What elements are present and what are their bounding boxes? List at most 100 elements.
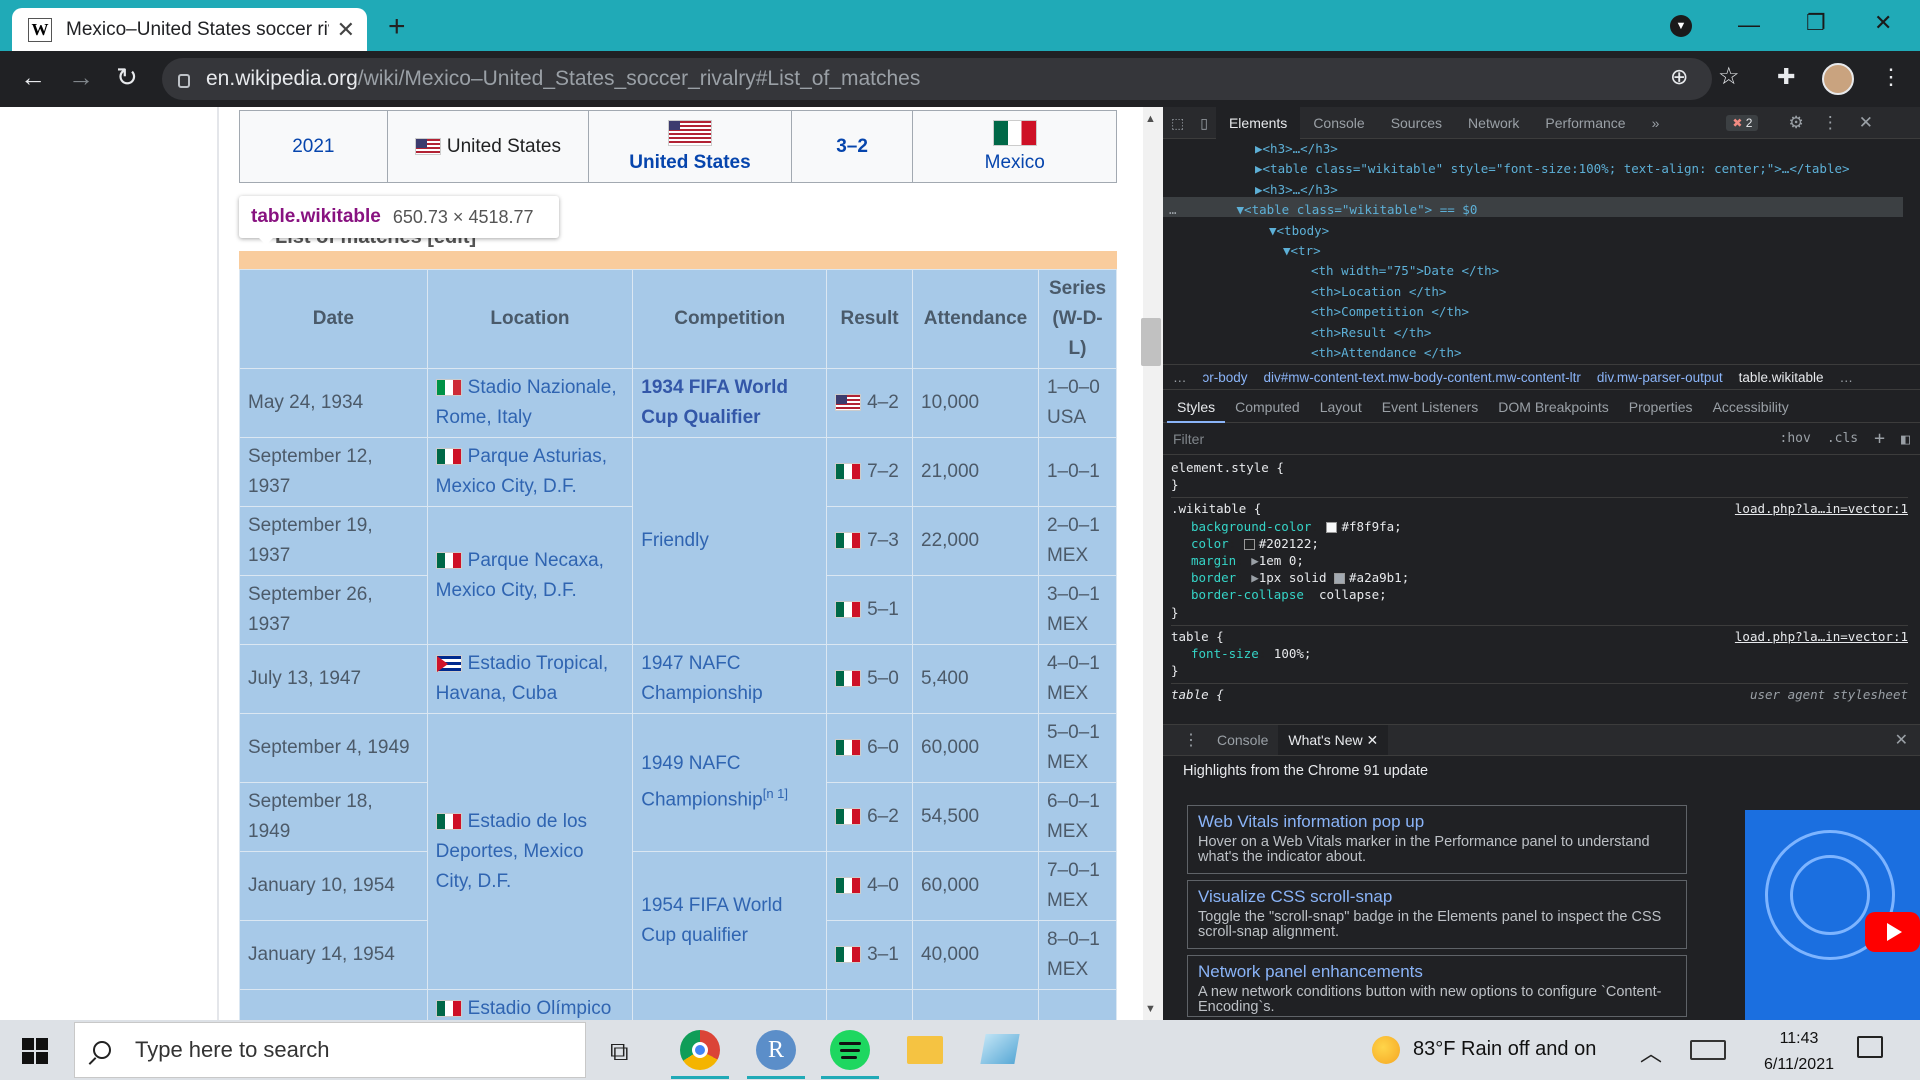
whats-new-card[interactable]: Visualize CSS scroll-snap Toggle the "sc… (1187, 880, 1687, 949)
page-scrollbar[interactable] (1143, 107, 1163, 1020)
bookmark-star-icon[interactable]: ☆ (1718, 62, 1740, 92)
tree-node-selected[interactable]: … ▼<table class="wikitable"> == $0 (1163, 200, 1903, 220)
competition-link[interactable]: 1949 NAFC Championship (641, 753, 762, 810)
runnerup-link[interactable]: Mexico (985, 152, 1045, 174)
back-icon[interactable]: ← (20, 62, 46, 92)
inspect-element-icon[interactable]: ⬚ (1163, 107, 1192, 139)
breadcrumb-body[interactable]: ɔr-body (1203, 370, 1248, 385)
drawer-tab-console[interactable]: Console (1207, 725, 1278, 755)
tree-node[interactable]: ▶<h3>…</h3> (1163, 180, 1903, 200)
tree-node[interactable]: ▶<table class="wikitable" style="font-si… (1163, 159, 1903, 179)
whats-new-card[interactable]: Network panel enhancements A new network… (1187, 955, 1687, 1017)
score-link[interactable]: 3–2 (836, 136, 868, 158)
header-result[interactable]: Result (826, 269, 914, 369)
whats-new-card[interactable]: Web Vitals information pop up Hover on a… (1187, 805, 1687, 874)
tree-node[interactable]: ▼<tbody> (1163, 221, 1903, 241)
notepad-app-icon[interactable] (980, 1034, 1020, 1064)
more-tabs-icon[interactable]: » (1639, 107, 1673, 139)
header-attendance[interactable]: Attendance (912, 269, 1039, 369)
breadcrumb-more[interactable]: … (1839, 370, 1853, 385)
footnote-link[interactable]: [n 1] (763, 786, 788, 801)
drawer-menu-icon[interactable]: ⋮ (1183, 730, 1199, 750)
devtools-menu-icon[interactable]: ⋮ (1822, 113, 1839, 133)
chrome-icon[interactable] (680, 1030, 720, 1070)
breadcrumb-ellipsis[interactable]: … (1173, 370, 1187, 385)
header-series[interactable]: Series (W-D-L) (1037, 269, 1118, 369)
notification-icon[interactable] (1857, 1036, 1883, 1058)
color-swatch-icon[interactable] (1334, 573, 1346, 585)
tree-node[interactable]: <th>Attendance </th> (1163, 343, 1903, 361)
scroll-up-icon[interactable]: ▲ (1145, 113, 1156, 125)
tab-properties[interactable]: Properties (1619, 391, 1703, 423)
new-rule-icon[interactable]: + (1874, 428, 1885, 449)
breadcrumb-table[interactable]: table.wikitable (1739, 370, 1824, 385)
minimize-icon[interactable]: — (1738, 12, 1760, 38)
restore-icon[interactable]: ❐ (1806, 10, 1826, 36)
rule-source-link[interactable]: load.php?la…in=vector:1 (1735, 628, 1908, 645)
close-drawer-icon[interactable]: ✕ (1895, 730, 1908, 750)
tab-performance[interactable]: Performance (1532, 107, 1638, 139)
location-text[interactable]: Stadio Nazionale, Rome, Italy (436, 377, 617, 428)
keyboard-icon[interactable] (1690, 1040, 1726, 1060)
winner-link[interactable]: United States (629, 152, 750, 174)
close-devtools-icon[interactable]: ✕ (1859, 113, 1873, 133)
zoom-icon[interactable]: ⊕ (1670, 62, 1688, 92)
tab-computed[interactable]: Computed (1225, 391, 1310, 423)
card-title[interactable]: Network panel enhancements (1198, 962, 1676, 982)
tree-node[interactable]: <th>Competition </th> (1163, 302, 1903, 322)
breadcrumb-content-text[interactable]: div#mw-content-text.mw-body-content.mw-c… (1264, 370, 1581, 385)
device-toolbar-icon[interactable]: ▯ (1192, 107, 1216, 139)
tree-node[interactable]: ▶<h3>…</h3> (1163, 139, 1903, 159)
tab-event-listeners[interactable]: Event Listeners (1372, 391, 1489, 423)
profile-avatar[interactable] (1822, 63, 1854, 95)
close-window-icon[interactable]: ✕ (1874, 10, 1892, 36)
tab-sources[interactable]: Sources (1378, 107, 1455, 139)
breadcrumb-parser-output[interactable]: div.mw-parser-output (1597, 370, 1723, 385)
tree-node[interactable]: <th>Location </th> (1163, 282, 1903, 302)
tab-search-icon[interactable]: ▼ (1670, 15, 1692, 37)
tree-node[interactable]: <th>Result </th> (1163, 323, 1903, 343)
header-competition[interactable]: Competition (632, 269, 828, 369)
competition-link[interactable]: 1954 FIFA World Cup qualifier (641, 895, 782, 946)
reload-icon[interactable]: ↻ (116, 62, 138, 92)
error-badge[interactable]: ✖ 2 (1726, 114, 1759, 131)
new-tab-button[interactable]: + (388, 10, 406, 44)
header-date[interactable]: Date (239, 269, 428, 369)
scroll-down-icon[interactable]: ▼ (1145, 1003, 1156, 1015)
tab-accessibility[interactable]: Accessibility (1703, 391, 1799, 423)
tab-dom-breakpoints[interactable]: DOM Breakpoints (1488, 391, 1618, 423)
tab-elements[interactable]: Elements (1215, 106, 1301, 139)
color-swatch-icon[interactable] (1243, 538, 1255, 550)
cls-toggle[interactable]: .cls (1827, 431, 1858, 446)
drawer-tab-whats-new[interactable]: What's New ✕ (1278, 725, 1389, 755)
extensions-icon[interactable]: ✚ (1777, 62, 1795, 92)
r-app-icon[interactable]: R (756, 1030, 796, 1070)
location-text[interactable]: Estadio Olímpico (468, 998, 612, 1019)
task-view-icon[interactable]: ⧉ (610, 1036, 629, 1068)
play-icon[interactable] (1865, 912, 1920, 952)
file-explorer-icon[interactable] (907, 1036, 943, 1064)
competition-link[interactable]: 1934 FIFA World Cup Qualifier (641, 377, 788, 428)
rule-source-link[interactable]: load.php?la…in=vector:1 (1735, 500, 1908, 517)
card-title[interactable]: Web Vitals information pop up (1198, 812, 1676, 832)
windows-start-icon[interactable] (22, 1038, 48, 1064)
tab-styles[interactable]: Styles (1167, 391, 1226, 423)
hov-toggle[interactable]: :hov (1780, 431, 1811, 446)
spotify-icon[interactable] (830, 1030, 870, 1070)
toggle-sidebar-icon[interactable]: ◧ (1901, 430, 1910, 448)
forward-icon[interactable]: → (68, 62, 94, 92)
weather-text[interactable]: 83°F Rain off and on (1413, 1038, 1596, 1061)
styles-filter-input[interactable]: Filter (1173, 431, 1764, 447)
close-tab-icon[interactable]: ✕ (337, 17, 355, 43)
menu-icon[interactable]: ⋮ (1880, 62, 1902, 92)
settings-gear-icon[interactable]: ⚙ (1788, 113, 1803, 133)
card-title[interactable]: Visualize CSS scroll-snap (1198, 887, 1676, 907)
tab-layout[interactable]: Layout (1310, 391, 1372, 423)
competition-link[interactable]: 1947 NAFC Championship (641, 653, 762, 704)
tab-console[interactable]: Console (1300, 107, 1377, 139)
browser-tab[interactable]: W Mexico–United States soccer rivalry - … (12, 8, 367, 51)
tree-node[interactable]: ▼<tr> (1163, 241, 1903, 261)
scrollbar-thumb[interactable] (1141, 318, 1161, 366)
header-location[interactable]: Location (426, 269, 634, 369)
chevron-up-icon[interactable]: ︿ (1640, 1036, 1662, 1068)
